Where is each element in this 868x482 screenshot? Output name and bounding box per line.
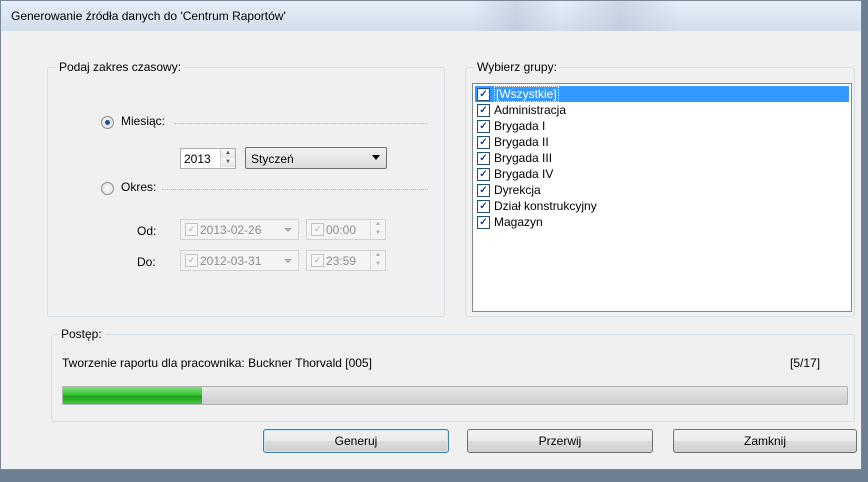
spin-down-icon[interactable]: ▼ [371, 229, 385, 238]
list-item[interactable]: ✓ [Wszystkie] [475, 86, 849, 102]
generate-button[interactable]: Generuj [263, 429, 449, 453]
checkbox-icon[interactable]: ✓ [477, 152, 490, 165]
to-time-picker[interactable]: ✓ 23:59 ▲ ▼ [306, 250, 386, 271]
checkbox-icon[interactable]: ✓ [185, 254, 198, 267]
month-value: Styczeń [251, 152, 294, 166]
close-button[interactable]: Zamknij [673, 429, 857, 453]
list-item-label: Brygada III [494, 151, 553, 165]
list-item-label: Brygada II [494, 135, 549, 149]
spin-up-icon[interactable]: ▲ [371, 220, 385, 229]
period-radio-label: Okres: [121, 180, 157, 194]
checkbox-icon[interactable]: ✓ [311, 254, 324, 267]
month-radio-label: Miesiąc: [121, 114, 166, 128]
month-select[interactable]: Styczeń [245, 147, 387, 169]
year-spin-buttons[interactable]: ▲ ▼ [220, 149, 235, 168]
progress-bar [62, 386, 848, 405]
list-item[interactable]: ✓ Dyrekcja [475, 182, 849, 198]
checkbox-icon[interactable]: ✓ [477, 168, 490, 181]
list-item-label: Magazyn [494, 215, 543, 229]
list-item[interactable]: ✓ Dział konstrukcyjny [475, 198, 849, 214]
groups-group: Wybierz grupy: ✓ [Wszystkie] ✓ Administr… [465, 60, 855, 317]
list-item[interactable]: ✓ Brygada II [475, 134, 849, 150]
checkbox-icon[interactable]: ✓ [477, 88, 490, 101]
list-item-label: Brygada IV [494, 167, 554, 181]
list-item[interactable]: ✓ Administracja [475, 102, 849, 118]
progress-status-text: Tworzenie raportu dla pracownika: Buckne… [62, 356, 372, 370]
checkbox-icon[interactable]: ✓ [311, 223, 324, 236]
groups-caption: Wybierz grupy: [474, 60, 560, 74]
month-radio[interactable] [101, 116, 114, 129]
period-separator [162, 189, 428, 190]
to-date-picker[interactable]: ✓ 2012-03-31 [180, 250, 299, 271]
list-item[interactable]: ✓ Brygada IV [475, 166, 849, 182]
titlebar-glare [471, 1, 561, 31]
checkbox-icon[interactable]: ✓ [477, 120, 490, 133]
to-label: Do: [137, 255, 156, 269]
list-item[interactable]: ✓ Magazyn [475, 214, 849, 230]
list-item-label: [Wszystkie] [494, 86, 559, 102]
list-item-label: Brygada I [494, 119, 546, 133]
to-time-spin-buttons[interactable]: ▲ ▼ [370, 251, 385, 270]
month-separator [174, 123, 428, 124]
window-title: Generowanie źródła danych do 'Centrum Ra… [11, 9, 286, 23]
groups-checklist[interactable]: ✓ [Wszystkie] ✓ Administracja ✓ Brygada … [472, 83, 852, 312]
to-time-value: 23:59 [326, 254, 357, 268]
checkbox-icon[interactable]: ✓ [477, 200, 490, 213]
list-item[interactable]: ✓ Brygada III [475, 150, 849, 166]
year-spinner[interactable]: 2013 ▲ ▼ [180, 148, 236, 169]
spin-down-icon[interactable]: ▼ [371, 260, 385, 269]
progress-caption: Postęp: [58, 327, 105, 341]
from-date-picker[interactable]: ✓ 2013-02-26 [180, 219, 299, 240]
time-range-group: Podaj zakres czasowy: Miesiąc: 2013 ▲ ▼ … [47, 60, 445, 317]
dialog-body: Podaj zakres czasowy: Miesiąc: 2013 ▲ ▼ … [7, 31, 857, 463]
checkbox-icon[interactable]: ✓ [477, 136, 490, 149]
time-range-caption: Podaj zakres czasowy: [56, 60, 185, 74]
title-bar[interactable]: Generowanie źródła danych do 'Centrum Ra… [1, 1, 861, 31]
from-time-value: 00:00 [326, 223, 357, 237]
chevron-down-icon [284, 228, 292, 232]
from-label: Od: [137, 224, 157, 238]
list-item-label: Dział konstrukcyjny [494, 199, 597, 213]
stop-button[interactable]: Przerwij [467, 429, 653, 453]
checkbox-icon[interactable]: ✓ [477, 104, 490, 117]
checkbox-icon[interactable]: ✓ [185, 223, 198, 236]
from-date-value: 2013-02-26 [200, 223, 262, 237]
spin-up-icon[interactable]: ▲ [371, 251, 385, 260]
progress-group: Postęp: Tworzenie raportu dla pracownika… [51, 327, 855, 422]
checkbox-icon[interactable]: ✓ [477, 216, 490, 229]
to-date-value: 2012-03-31 [200, 254, 262, 268]
list-item-label: Administracja [494, 103, 567, 117]
from-time-picker[interactable]: ✓ 00:00 ▲ ▼ [306, 219, 386, 240]
checkbox-icon[interactable]: ✓ [477, 184, 490, 197]
chevron-down-icon [284, 259, 292, 263]
spin-down-icon[interactable]: ▼ [221, 158, 235, 167]
progress-bar-fill [63, 387, 202, 404]
dialog-window: Generowanie źródła danych do 'Centrum Ra… [0, 0, 862, 470]
period-radio[interactable] [101, 182, 114, 195]
chevron-down-icon [372, 155, 380, 160]
list-item-label: Dyrekcja [494, 183, 541, 197]
titlebar-glare [561, 1, 681, 31]
from-time-spin-buttons[interactable]: ▲ ▼ [370, 220, 385, 239]
year-value: 2013 [184, 152, 211, 166]
spin-up-icon[interactable]: ▲ [221, 149, 235, 158]
progress-counter: [5/17] [790, 356, 821, 370]
list-item[interactable]: ✓ Brygada I [475, 118, 849, 134]
